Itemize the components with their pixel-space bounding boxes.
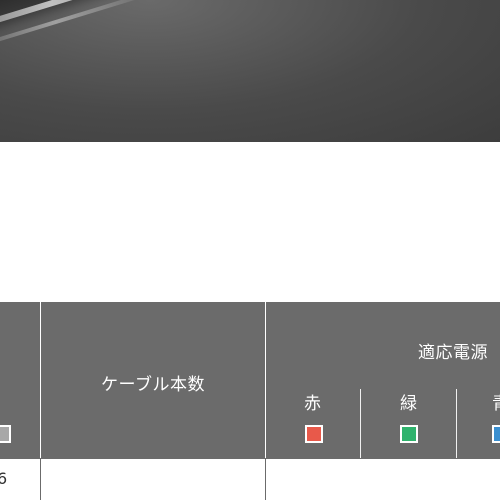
cable-count-header: ケーブル本数 xyxy=(101,375,205,395)
blue-color-swatch xyxy=(492,425,500,443)
red-color-swatch xyxy=(305,425,323,443)
power-color-label-red: 赤 xyxy=(304,394,322,414)
green-color-swatch xyxy=(400,425,418,443)
spec-table-header: ケーブル本数 適応電源 赤 緑 青 xyxy=(0,302,500,458)
partial-cell-text: 6 xyxy=(0,469,8,488)
product-photo xyxy=(0,0,500,142)
subcolumn-divider xyxy=(456,389,457,458)
left-partial-swatch xyxy=(0,425,11,443)
row-divider xyxy=(265,459,266,500)
column-divider xyxy=(265,302,266,458)
power-color-label-blue: 青 xyxy=(492,389,500,414)
table-row: 6 xyxy=(0,458,500,500)
power-color-label-green: 緑 xyxy=(400,394,418,414)
power-source-header: 適応電源 xyxy=(418,343,488,363)
spacer xyxy=(0,142,500,302)
page: ケーブル本数 適応電源 赤 緑 青 6 xyxy=(0,0,500,500)
row-divider xyxy=(40,459,41,500)
subcolumn-divider xyxy=(360,389,361,458)
column-divider xyxy=(40,302,41,458)
